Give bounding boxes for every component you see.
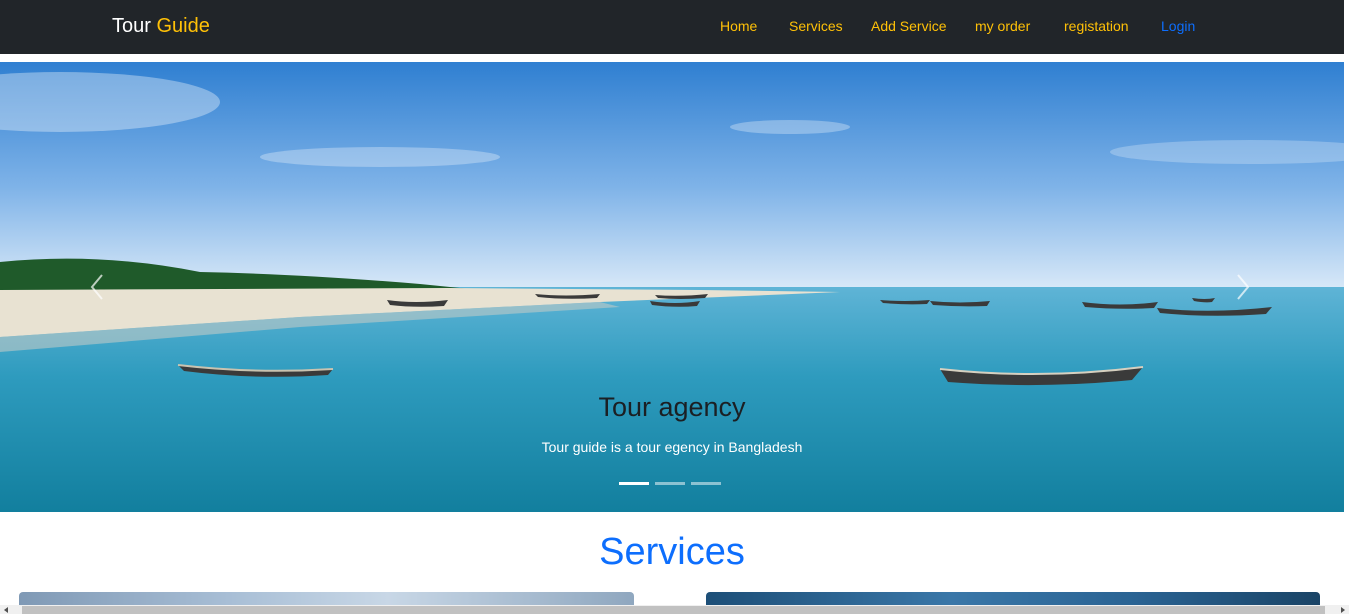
- carousel-indicator-2[interactable]: [655, 482, 685, 485]
- scrollbar-thumb[interactable]: [22, 606, 1325, 614]
- nav-link-add-service[interactable]: Add Service: [871, 18, 946, 34]
- carousel-indicator-3[interactable]: [691, 482, 721, 485]
- hero-carousel: Tour agency Tour guide is a tour egency …: [0, 62, 1344, 512]
- chevron-right-icon: [1237, 274, 1250, 300]
- brand-name: Tour: [112, 15, 151, 37]
- scroll-right-icon[interactable]: [1341, 607, 1345, 613]
- carousel-next-button[interactable]: [1230, 267, 1254, 307]
- horizontal-scrollbar[interactable]: [0, 605, 1349, 614]
- scroll-left-icon[interactable]: [4, 607, 8, 613]
- nav-link-services[interactable]: Services: [789, 18, 843, 34]
- services-heading: Services: [599, 531, 745, 573]
- carousel-indicator-1[interactable]: [619, 482, 649, 485]
- nav-link-my-order[interactable]: my order: [975, 18, 1030, 34]
- nav-link-registration[interactable]: registation: [1064, 18, 1129, 34]
- carousel-caption-title: Tour agency: [598, 392, 746, 422]
- carousel-caption-text: Tour guide is a tour egency in Banglades…: [541, 439, 803, 455]
- carousel-prev-button[interactable]: [86, 267, 110, 307]
- chevron-left-icon: [90, 274, 103, 300]
- brand-name-accent: Guide: [156, 15, 210, 37]
- navbar: Tour Guide Home Services Add Service my …: [0, 0, 1344, 54]
- nav-link-login[interactable]: Login: [1161, 18, 1195, 34]
- nav-link-home[interactable]: Home: [720, 18, 757, 34]
- brand-logo[interactable]: Tour Guide: [112, 15, 210, 38]
